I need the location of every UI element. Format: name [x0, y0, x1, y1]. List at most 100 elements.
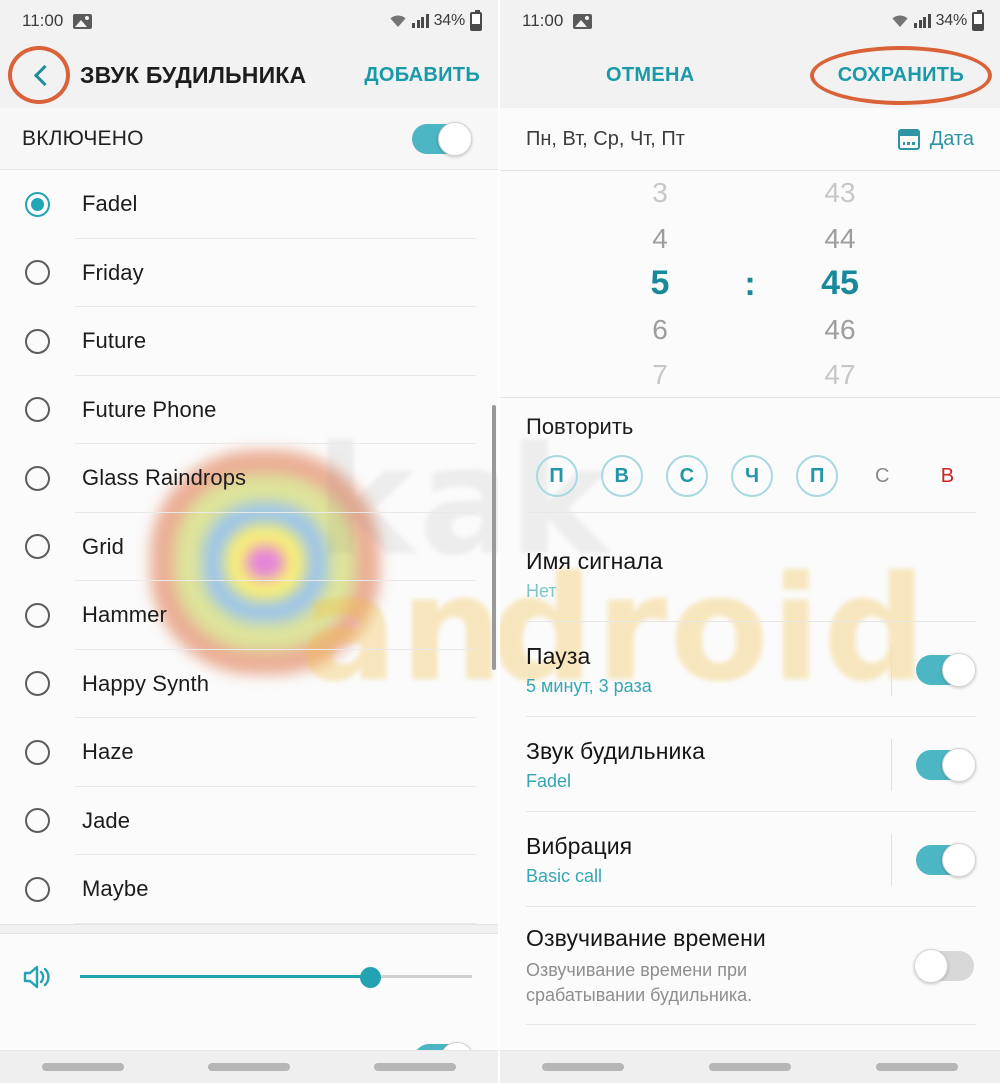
day-friday[interactable]: П [785, 454, 850, 498]
list-item[interactable]: Jade [0, 787, 498, 856]
radio-icon[interactable] [25, 260, 50, 286]
day-saturday[interactable]: С [850, 454, 915, 498]
time-separator: : [744, 264, 756, 303]
radio-icon[interactable] [25, 534, 50, 560]
list-item[interactable]: Haze [0, 718, 498, 787]
divider [891, 738, 892, 791]
minute-selected[interactable]: 45 [780, 261, 900, 307]
left-header: ЗВУК БУДИЛЬНИКА ДОБАВИТЬ [0, 42, 498, 108]
sound-label: Future [82, 328, 147, 354]
navigation-bar-right [500, 1050, 1000, 1083]
enabled-row[interactable]: ВКЛЮЧЕНО [0, 108, 498, 170]
battery-percent: 34% [433, 12, 466, 29]
hour-selected[interactable]: 5 [600, 261, 720, 307]
list-item[interactable]: Maybe [0, 855, 498, 924]
radio-icon[interactable] [25, 191, 50, 217]
radio-icon[interactable] [25, 328, 50, 354]
wifi-icon [891, 14, 909, 28]
status-time: 11:00 [22, 11, 64, 30]
setting-row-vibration[interactable]: Вибрация Basic call [500, 812, 1000, 907]
radio-icon[interactable] [25, 397, 50, 423]
slider-thumb[interactable] [360, 966, 382, 988]
status-bar-right: 11:00 34% [500, 0, 1000, 42]
home-button[interactable] [208, 1063, 290, 1071]
time-picker[interactable]: 3 4 5 6 7 : 43 44 45 46 47 [500, 170, 1000, 398]
list-item[interactable]: Hammer [0, 581, 498, 650]
save-button[interactable]: СОХРАНИТЬ [809, 45, 992, 105]
day-thursday[interactable]: Ч [719, 454, 784, 498]
hour-option[interactable]: 6 [600, 307, 720, 353]
left-screen: 11:00 34% ЗВУК БУДИЛЬНИКА ДОБАВИТЬ ВКЛЮЧ… [0, 0, 500, 1083]
back-nav-button[interactable] [875, 1063, 958, 1071]
day-label: С [875, 464, 890, 487]
hour-option[interactable]: 3 [600, 171, 720, 216]
list-item[interactable]: Friday [0, 239, 498, 308]
alarm-sound-toggle[interactable] [916, 747, 976, 782]
scrollbar[interactable] [492, 405, 496, 670]
cancel-button[interactable]: ОТМЕНА [606, 64, 694, 87]
list-item[interactable]: Grid [0, 513, 498, 582]
calendar-icon [897, 128, 920, 150]
sound-label: Jade [82, 807, 131, 833]
wifi-icon [389, 14, 407, 28]
setting-subtitle: Fadel [526, 770, 572, 791]
volume-slider[interactable] [80, 962, 472, 992]
repeat-section: Повторить П В С Ч П С В [500, 398, 1000, 527]
volume-row [0, 934, 498, 1020]
setting-row-alarm-name[interactable]: Имя сигнала Нет [500, 527, 1000, 622]
recents-button[interactable] [42, 1063, 124, 1071]
minute-option[interactable]: 44 [780, 216, 900, 262]
day-tuesday[interactable]: В [589, 454, 654, 498]
day-monday[interactable]: П [524, 454, 589, 498]
back-nav-button[interactable] [374, 1063, 456, 1071]
status-bar-left: 11:00 34% [0, 0, 498, 42]
setting-row-alarm-sound[interactable]: Звук будильника Fadel [500, 717, 1000, 812]
minute-column[interactable]: 43 44 45 46 47 [780, 171, 900, 397]
signal-icon [412, 14, 429, 28]
radio-icon[interactable] [25, 671, 50, 697]
minute-option[interactable]: 43 [780, 171, 900, 216]
setting-row-speak-time[interactable]: Озвучивание времени Озвучивание времени … [500, 907, 1000, 1025]
setting-title: Вибрация [526, 832, 633, 859]
day-wednesday[interactable]: С [654, 454, 719, 498]
back-button[interactable] [8, 46, 70, 104]
radio-icon[interactable] [25, 602, 50, 628]
list-item[interactable]: Future Phone [0, 376, 498, 445]
home-button[interactable] [708, 1063, 791, 1071]
vibration-toggle[interactable] [916, 842, 976, 877]
sound-list: Fadel Friday Future Future Phone Glass R… [0, 170, 498, 924]
navigation-bar-left [0, 1050, 498, 1083]
radio-icon[interactable] [25, 739, 50, 765]
hour-option[interactable]: 4 [600, 216, 720, 262]
list-item[interactable]: Glass Raindrops [0, 444, 498, 513]
day-label: Ч [730, 455, 773, 497]
list-item[interactable]: Fadel [0, 170, 498, 239]
day-label: В [600, 455, 643, 497]
day-sunday[interactable]: В [915, 454, 980, 498]
hour-option[interactable]: 7 [600, 352, 720, 397]
speak-time-toggle[interactable] [914, 949, 974, 983]
setting-subtitle: Basic call [526, 865, 603, 886]
setting-title: Озвучивание времени [526, 925, 766, 952]
add-button[interactable]: ДОБАВИТЬ [364, 64, 480, 87]
status-time: 11:00 [522, 11, 564, 30]
radio-icon[interactable] [25, 808, 50, 834]
snooze-toggle[interactable] [916, 652, 976, 687]
list-item[interactable]: Future [0, 307, 498, 376]
battery-percent: 34% [935, 12, 968, 29]
setting-row-snooze[interactable]: Пауза 5 минут, 3 раза [500, 622, 1000, 717]
recents-button[interactable] [542, 1063, 625, 1071]
radio-icon[interactable] [25, 465, 50, 491]
dual-screenshot: 11:00 34% ЗВУК БУДИЛЬНИКА ДОБАВИТЬ ВКЛЮЧ… [0, 0, 1000, 1083]
list-item[interactable]: Happy Synth [0, 650, 498, 719]
hour-column[interactable]: 3 4 5 6 7 [600, 171, 720, 397]
minute-option[interactable]: 46 [780, 307, 900, 353]
slider-fill [80, 974, 371, 978]
date-button[interactable]: Дата [897, 128, 974, 151]
enabled-toggle[interactable] [412, 121, 472, 156]
right-screen: 11:00 34% ОТМЕНА СОХРАНИТЬ kak android [500, 0, 1000, 1083]
minute-option[interactable]: 47 [780, 352, 900, 397]
highlight-ellipse [809, 45, 992, 105]
radio-icon[interactable] [25, 876, 50, 902]
sound-label: Fadel [82, 191, 138, 217]
